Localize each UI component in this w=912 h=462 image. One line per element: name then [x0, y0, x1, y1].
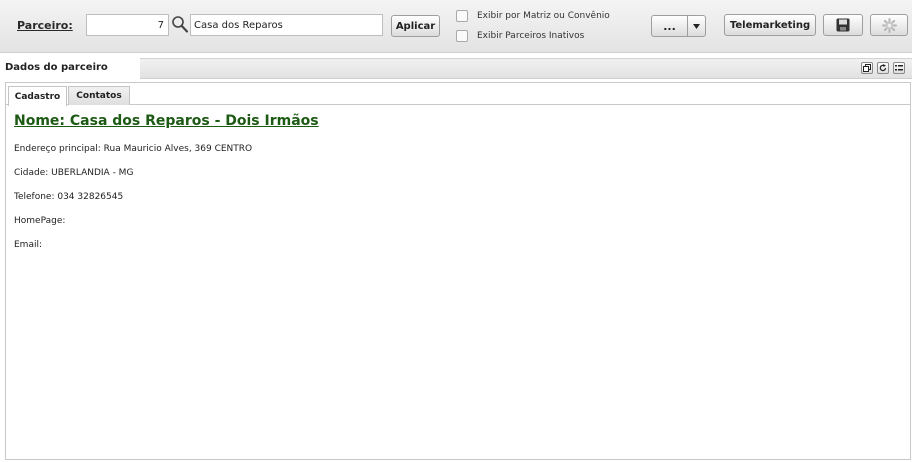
chevron-down-icon: [693, 23, 700, 29]
matriz-checkbox[interactable]: [456, 10, 468, 22]
parceiro-label[interactable]: Parceiro:: [17, 19, 73, 32]
search-button[interactable]: [171, 15, 189, 34]
inativos-checkbox-row[interactable]: Exibir Parceiros Inativos: [456, 29, 584, 43]
address-text: Endereço principal: Rua Mauricio Alves, …: [14, 144, 253, 154]
phone-text: Telefone: 034 32826545: [14, 192, 124, 202]
email-text: Email:: [14, 240, 43, 250]
more-actions-dropdown[interactable]: [688, 15, 706, 37]
gear-icon: [881, 17, 897, 33]
parceiro-code-input[interactable]: [86, 14, 169, 36]
tabs-divider: [6, 104, 910, 105]
parceiro-name-input[interactable]: [190, 14, 383, 36]
search-icon: [172, 16, 189, 33]
save-icon: [836, 18, 850, 32]
tab-contatos[interactable]: Contatos: [68, 86, 130, 105]
content-frame: [5, 82, 911, 460]
restore-icon: [863, 64, 871, 72]
matriz-checkbox-label: Exibir por Matriz ou Convênio: [477, 11, 610, 21]
inativos-checkbox[interactable]: [456, 30, 468, 42]
restore-button[interactable]: [861, 62, 873, 74]
refresh-icon: [879, 64, 887, 72]
matriz-checkbox-row[interactable]: Exibir por Matriz ou Convênio: [456, 9, 610, 23]
settings-button[interactable]: [870, 14, 908, 36]
panel-title: Dados do parceiro: [5, 62, 108, 73]
tab-cadastro[interactable]: Cadastro: [8, 86, 67, 106]
list-icon: [895, 65, 903, 71]
apply-button[interactable]: Aplicar: [391, 15, 440, 37]
save-button[interactable]: [823, 14, 863, 36]
more-actions-button[interactable]: ...: [651, 15, 688, 37]
city-text: Cidade: UBERLANDIA - MG: [14, 168, 134, 178]
inativos-checkbox-label: Exibir Parceiros Inativos: [477, 31, 585, 41]
telemarketing-button[interactable]: Telemarketing: [724, 14, 816, 36]
refresh-button[interactable]: [877, 62, 889, 74]
homepage-text: HomePage:: [14, 216, 66, 226]
list-button[interactable]: [893, 62, 905, 74]
partner-name-link[interactable]: Nome: Casa dos Reparos - Dois Irmãos: [14, 113, 319, 129]
